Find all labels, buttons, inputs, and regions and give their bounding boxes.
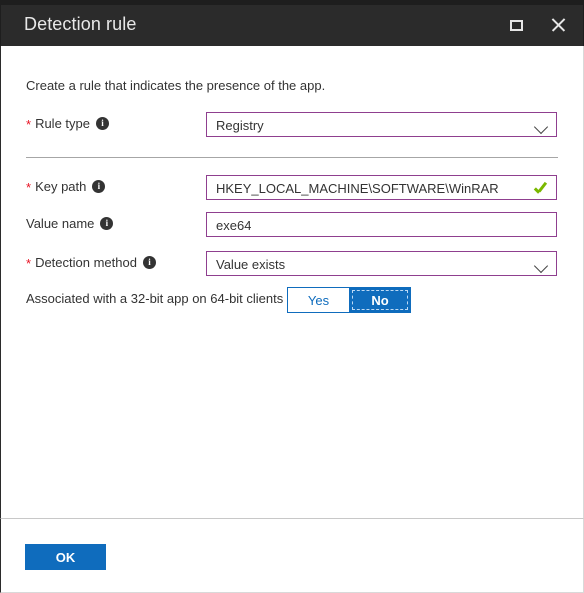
info-icon[interactable]: i (142, 256, 156, 269)
select-detection-method[interactable]: Value exists (206, 251, 557, 276)
info-icon[interactable]: i (100, 217, 114, 230)
field-row-rule-type: * Rule type i Registry (1, 112, 584, 138)
input-key-path-value: HKEY_LOCAL_MACHINE\SOFTWARE\WinRAR (216, 181, 499, 196)
valid-check-icon (535, 181, 548, 194)
detection-rule-dialog: Detection rule Create a rule that indica… (0, 0, 584, 593)
dialog-titlebar: Detection rule (0, 0, 584, 46)
select-rule-type[interactable]: Registry (206, 112, 557, 137)
close-button[interactable] (543, 13, 573, 37)
required-marker: * (26, 256, 32, 271)
label-32bit-toggle: Associated with a 32-bit app on 64-bit c… (26, 291, 303, 306)
field-row-value-name: Value name i exe64 (1, 212, 584, 238)
dialog-footer: OK (0, 518, 584, 593)
label-detection-method: * Detection method i (26, 255, 156, 270)
required-marker: * (26, 117, 32, 132)
titlebar-buttons (501, 13, 573, 37)
input-value-name-value: exe64 (216, 218, 252, 233)
label-text: Value name (26, 216, 95, 231)
input-key-path[interactable]: HKEY_LOCAL_MACHINE\SOFTWARE\WinRAR (206, 175, 557, 200)
field-row-32bit-toggle: Associated with a 32-bit app on 64-bit c… (1, 287, 584, 313)
maximize-button[interactable] (501, 13, 531, 37)
label-value-name: Value name i (26, 216, 114, 231)
select-detection-method-value: Value exists (216, 257, 286, 272)
label-text: Detection method (35, 255, 137, 270)
toggle-32bit: Yes No (287, 287, 411, 313)
chevron-down-icon (533, 258, 549, 274)
label-key-path: * Key path i (26, 179, 106, 195)
maximize-icon (509, 19, 523, 31)
chevron-down-icon (533, 119, 549, 135)
input-value-name[interactable]: exe64 (206, 212, 557, 237)
intro-text: Create a rule that indicates the presenc… (26, 78, 326, 93)
dialog-title: Detection rule (24, 14, 137, 34)
field-row-detection-method: * Detection method i Value exists (1, 251, 584, 277)
close-icon (550, 17, 566, 33)
label-text: Associated with a 32-bit app on 64-bit c… (26, 291, 284, 306)
section-divider (26, 157, 558, 158)
toggle-option-yes[interactable]: Yes (287, 287, 349, 313)
ok-button[interactable]: OK (25, 544, 106, 570)
required-marker: * (26, 180, 32, 195)
label-text: Rule type (35, 116, 90, 131)
field-row-key-path: * Key path i HKEY_LOCAL_MACHINE\SOFTWARE… (1, 175, 584, 201)
label-rule-type: * Rule type i (26, 116, 109, 131)
info-icon[interactable]: i (95, 117, 109, 130)
info-icon[interactable]: i (92, 180, 106, 193)
select-rule-type-value: Registry (216, 118, 264, 133)
toggle-option-no[interactable]: No (349, 287, 411, 313)
label-text: Key path (35, 179, 87, 194)
dialog-body: Create a rule that indicates the presenc… (0, 46, 584, 518)
